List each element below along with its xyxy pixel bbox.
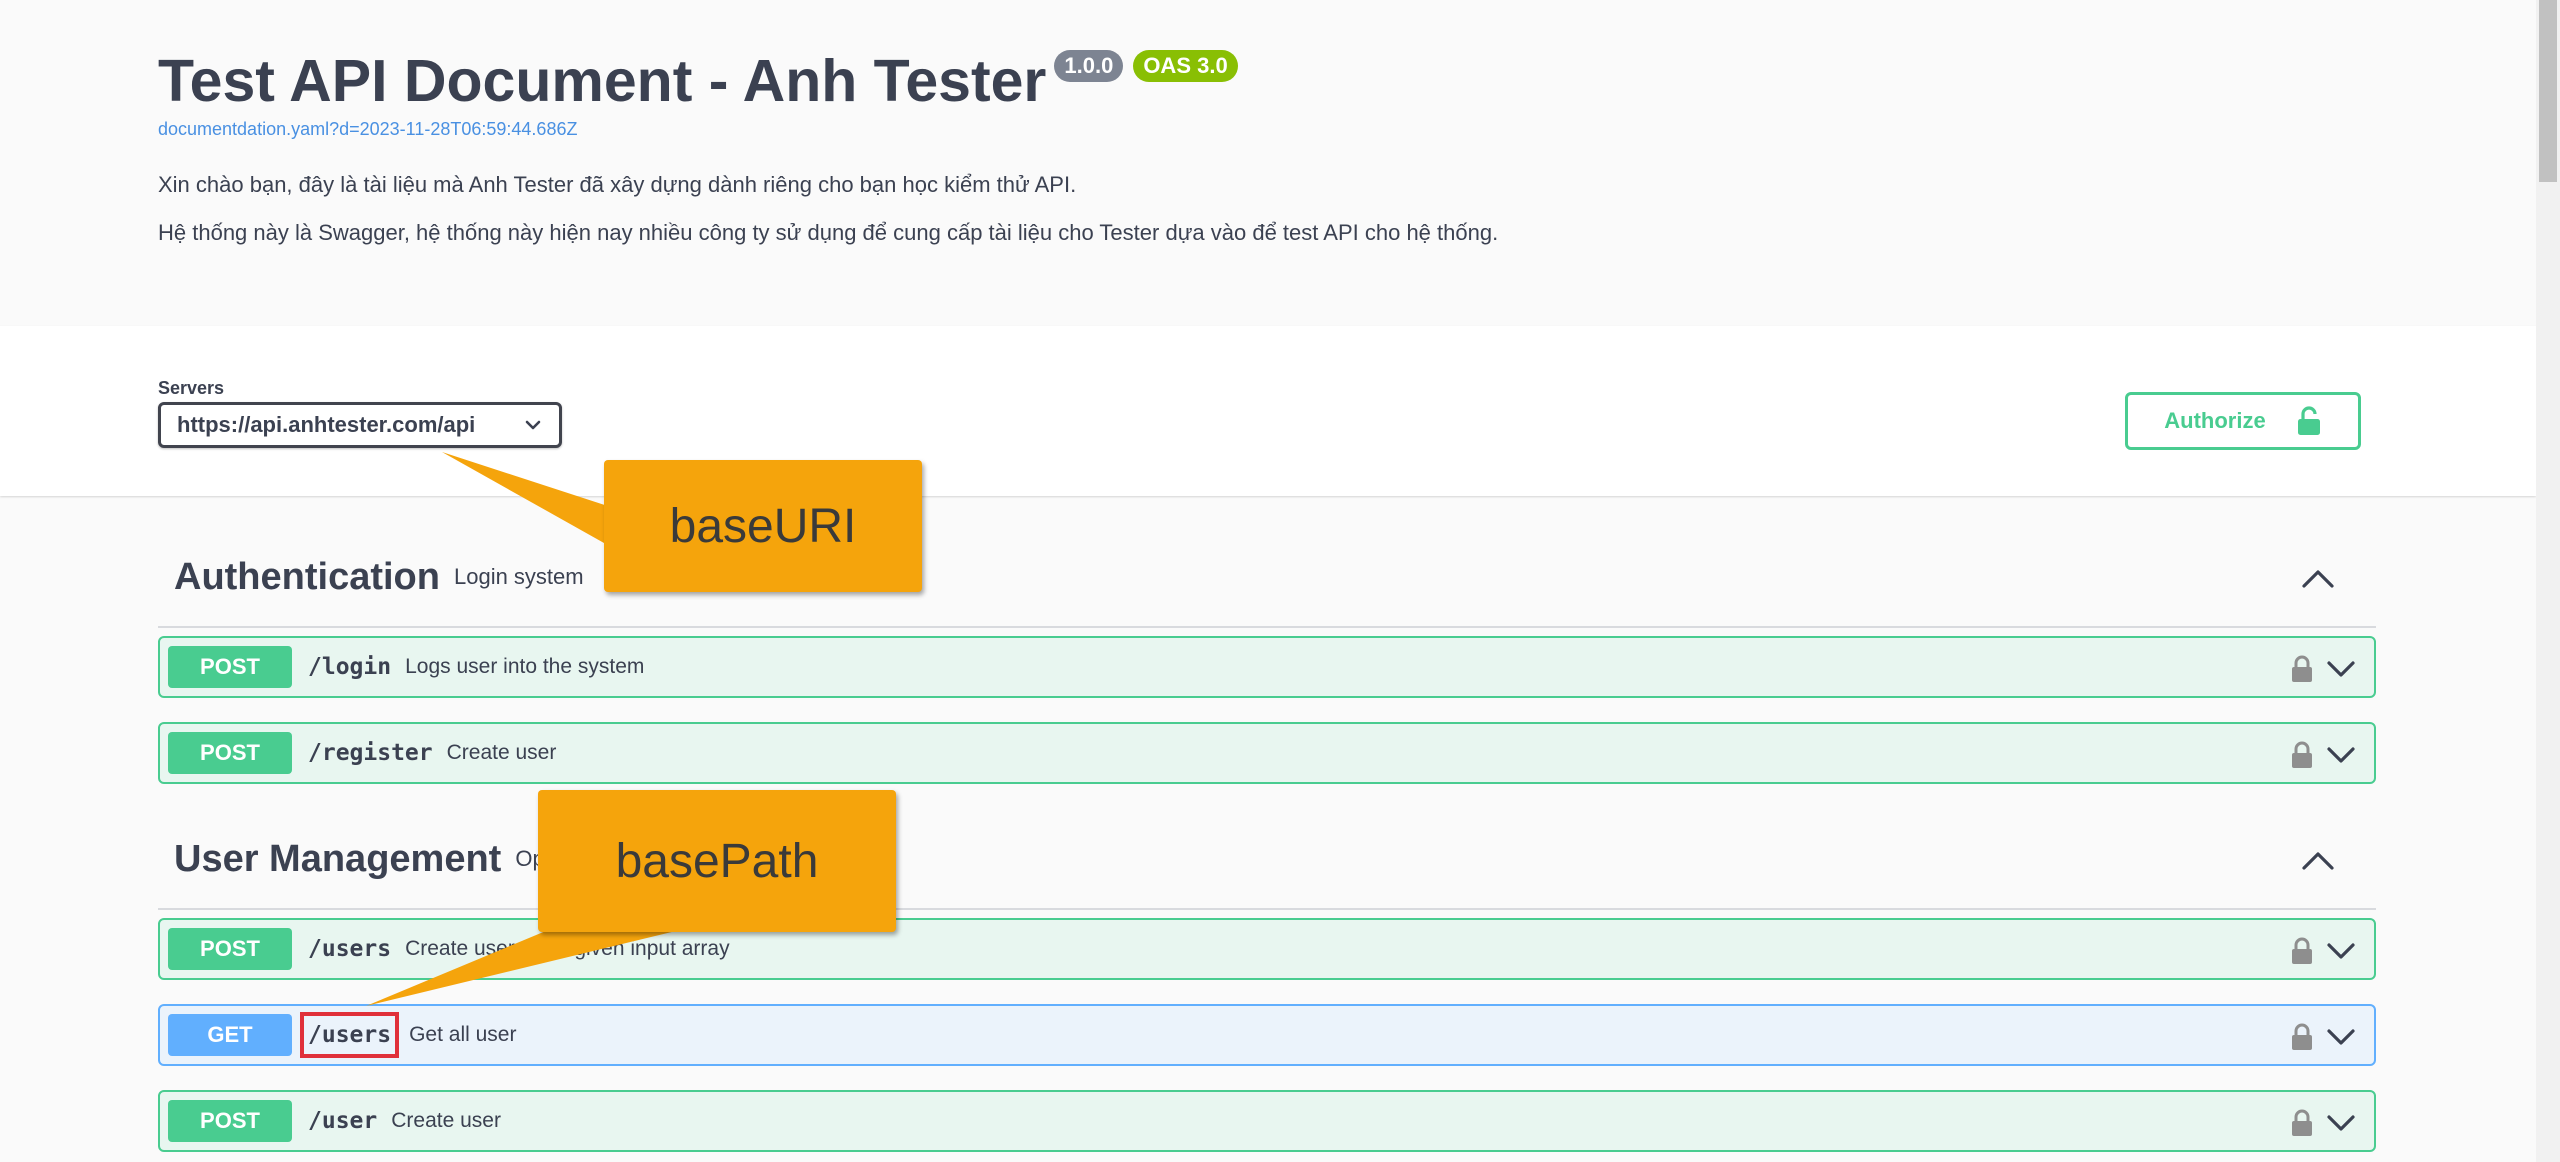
page-title: Test API Document - Anh Tester bbox=[158, 48, 1047, 114]
info-section: Test API Document - Anh Tester 1.0.0 OAS… bbox=[0, 0, 2536, 326]
operation-post-users[interactable]: POST /users Create users with given inpu… bbox=[158, 918, 2376, 980]
method-badge: POST bbox=[168, 646, 292, 688]
chevron-down-icon[interactable] bbox=[2326, 1112, 2356, 1134]
chevron-up-icon[interactable] bbox=[2300, 564, 2336, 592]
operation-summary: Create users with given input array bbox=[405, 937, 730, 960]
operation-path-highlighted: /users bbox=[299, 1012, 400, 1058]
servers-label: Servers bbox=[158, 378, 225, 398]
scrollbar-thumb[interactable] bbox=[2539, 0, 2557, 182]
chevron-down-icon[interactable] bbox=[2326, 658, 2356, 680]
operation-summary: Logs user into the system bbox=[405, 655, 645, 678]
tag-authentication[interactable]: Authentication Login system bbox=[158, 528, 2376, 628]
method-badge: POST bbox=[168, 928, 292, 970]
chevron-down-icon[interactable] bbox=[2326, 1026, 2356, 1048]
chevron-up-icon[interactable] bbox=[2300, 846, 2336, 874]
unlock-icon bbox=[2297, 406, 2320, 435]
operation-path: /user bbox=[308, 1108, 378, 1134]
description-line-1: Xin chào bạn, đây là tài liệu mà Anh Tes… bbox=[158, 172, 1077, 197]
method-badge: POST bbox=[168, 1100, 292, 1142]
authorize-button[interactable]: Authorize bbox=[2125, 392, 2361, 450]
servers-selected-value: https://api.anhtester.com/api bbox=[177, 412, 476, 437]
lock-icon[interactable] bbox=[2290, 1022, 2314, 1052]
lock-icon[interactable] bbox=[2290, 654, 2314, 684]
oas-badge: OAS 3.0 bbox=[1133, 50, 1238, 82]
spec-url-link[interactable]: documentdation.yaml?d=2023-11-28T06:59:4… bbox=[158, 119, 577, 140]
chevron-down-icon bbox=[525, 420, 541, 430]
tag-name: User Management bbox=[174, 837, 502, 880]
operation-post-register[interactable]: POST /register Create user bbox=[158, 722, 2376, 784]
lock-icon[interactable] bbox=[2290, 936, 2314, 966]
operation-get-users[interactable]: GET /users Get all user bbox=[158, 1004, 2376, 1066]
version-badge: 1.0.0 bbox=[1054, 50, 1124, 82]
operation-post-login[interactable]: POST /login Logs user into the system bbox=[158, 636, 2376, 698]
servers-select[interactable]: https://api.anhtester.com/api bbox=[158, 402, 562, 448]
vertical-scrollbar[interactable] bbox=[2536, 0, 2560, 1162]
operation-path: /register bbox=[308, 740, 433, 766]
description-line-2: Hệ thống này là Swagger, hệ thống này hi… bbox=[158, 220, 1499, 245]
lock-icon[interactable] bbox=[2290, 740, 2314, 770]
tag-description: Login system bbox=[453, 564, 584, 589]
title-row: Test API Document - Anh Tester 1.0.0 OAS… bbox=[158, 46, 1238, 116]
tag-name: Authentication bbox=[174, 555, 440, 598]
operation-path: /login bbox=[308, 654, 392, 680]
operation-path: /users bbox=[308, 936, 392, 962]
scheme-container: Servers https://api.anhtester.com/api Au… bbox=[0, 326, 2536, 496]
authorize-label: Authorize bbox=[2164, 408, 2266, 433]
baseuri-callout: baseURI bbox=[604, 460, 922, 592]
operation-post-user[interactable]: POST /user Create user bbox=[158, 1090, 2376, 1152]
operation-summary: Create user bbox=[391, 1109, 501, 1132]
operation-summary: Create user bbox=[446, 741, 557, 764]
method-badge: POST bbox=[168, 732, 292, 774]
operation-summary: Get all user bbox=[409, 1023, 517, 1046]
chevron-down-icon[interactable] bbox=[2326, 744, 2356, 766]
method-badge: GET bbox=[168, 1014, 292, 1056]
chevron-down-icon[interactable] bbox=[2326, 940, 2356, 962]
basepath-callout: basePath bbox=[538, 790, 896, 932]
tag-user-management[interactable]: User Management Op bbox=[158, 810, 2376, 910]
lock-icon[interactable] bbox=[2290, 1108, 2314, 1138]
